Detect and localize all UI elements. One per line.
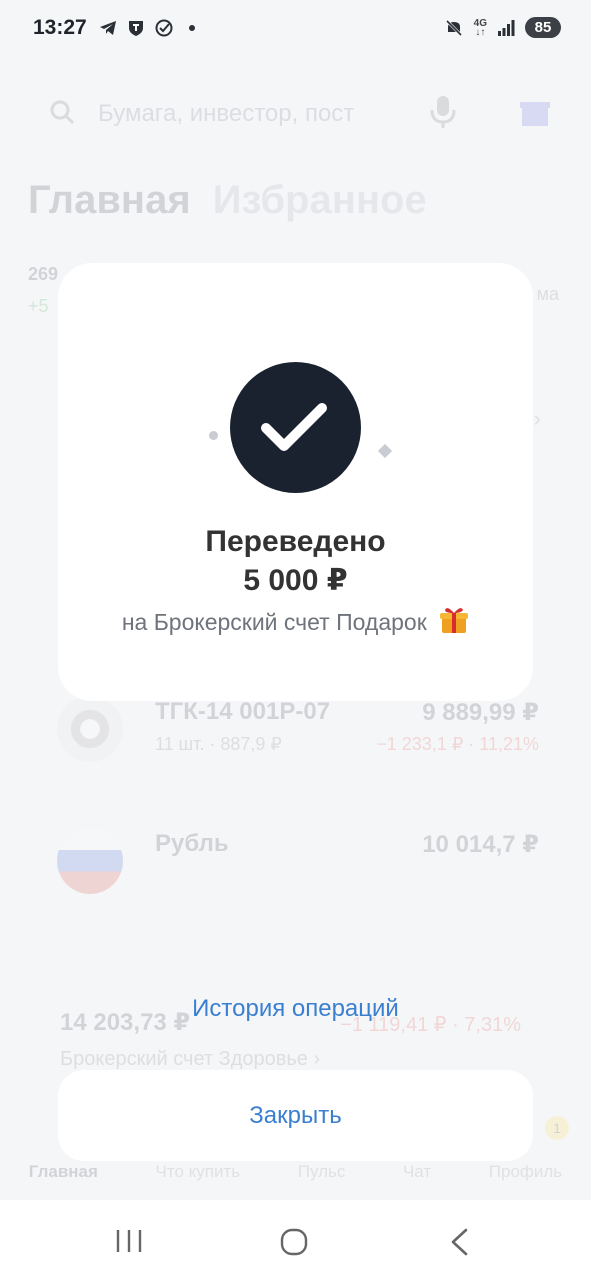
search-placeholder: Бумага, инвестор, пост [98,100,355,127]
mute-icon [445,19,462,36]
portfolio-change: +5 [28,296,49,316]
home-icon[interactable] [280,1228,308,1256]
tab-favorites: Избранное [212,178,427,222]
asset-logo [57,696,123,762]
signal-icon [498,19,515,36]
success-check-icon [230,362,361,493]
asset-sub: 11 шт. · 887,9 ₽ [155,734,282,754]
portfolio-right-label: ма [536,284,559,304]
account-name: Брокерский счет Здоровье › [60,1048,321,1070]
transfer-amount: 5 000 ₽ [243,564,348,597]
ruble-flag-logo [57,828,123,894]
notification-icons [98,18,202,38]
gift-icon [520,102,550,126]
nav-what-to-buy: Что купить [155,1162,241,1181]
notification-badge: 1 [545,1116,569,1140]
destination-text: на Брокерский счет Подарок [121,609,427,635]
close-button[interactable]: Закрыть [58,1070,533,1161]
tab-main: Главная [28,178,191,222]
asset-name: Рубль [155,830,229,857]
dot-icon [189,25,195,31]
recent-apps-icon[interactable] [115,1228,143,1254]
search-bar: Бумага, инвестор, пост [28,84,563,140]
telegram-icon [100,21,116,35]
check-circle-icon [155,19,173,37]
microphone-icon [430,96,456,128]
battery-indicator: 85 [525,17,561,38]
asset-change: −1 233,1 ₽ · 11,21% [376,734,539,754]
decorative-dot [209,431,218,440]
asset-value: 10 014,7 ₽ [422,831,539,858]
nav-profile: Профиль [488,1162,563,1181]
gift-emoji-icon [440,608,469,633]
asset-value: 9 889,99 ₽ [422,699,539,726]
nav-pulse: Пульс [297,1162,346,1181]
search-icon [50,100,75,125]
nav-chat: Чат [402,1162,432,1181]
transfer-title: Переведено [205,525,386,558]
transfer-destination: на Брокерский счет Подарок [58,605,533,636]
shield-icon [129,21,143,36]
nav-main: Главная [28,1162,98,1181]
bottom-nav: Главная Что купить Пульс Чат Профиль [0,1162,591,1182]
status-bar: 13:27 4G ↓↑ 85 [0,0,591,56]
main-tabs: Главная Избранное [28,178,427,223]
back-icon[interactable] [448,1227,470,1257]
asset-row: ТГК-14 001Р-07 11 шт. · 887,9 ₽ 9 889,99… [57,696,539,766]
portfolio-value: 269 [28,264,59,284]
system-nav-bar [0,1200,591,1280]
asset-row: Рубль 10 014,7 ₽ [57,828,539,898]
operations-history-link[interactable]: История операций [0,995,591,1023]
status-time: 13:27 [33,16,87,39]
asset-name: ТГК-14 001Р-07 [155,698,331,725]
network-indicator: 4G ↓↑ [473,17,487,38]
chevron-right-icon: › [533,406,541,431]
